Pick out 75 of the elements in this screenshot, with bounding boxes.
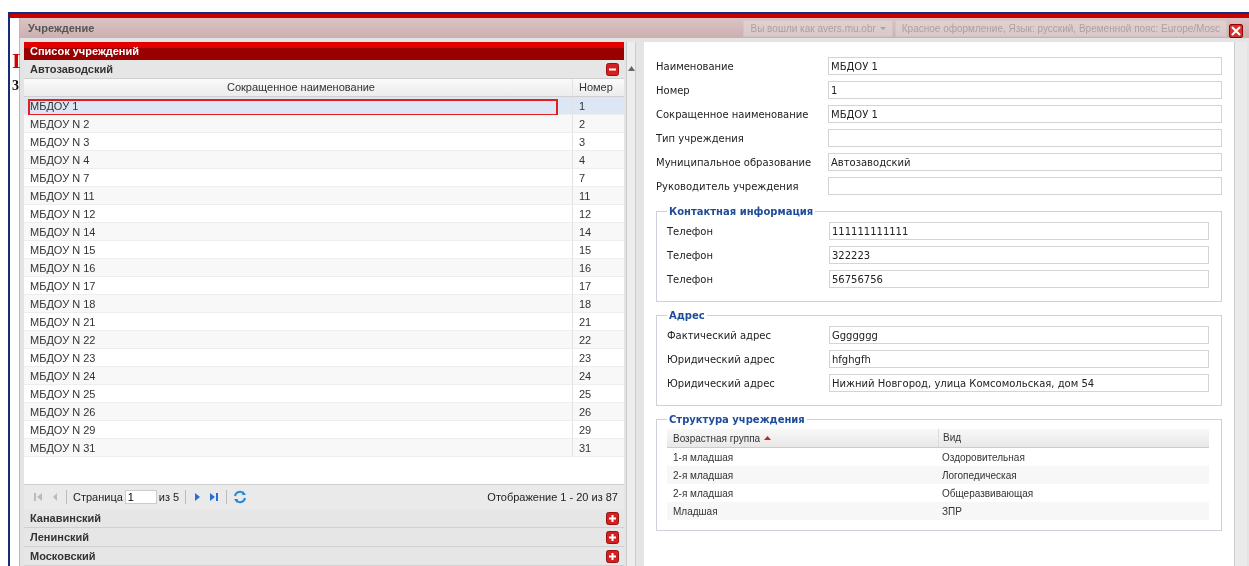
input-field[interactable]: hfghgfh — [829, 350, 1209, 368]
page-field[interactable]: 1 — [124, 490, 157, 504]
input-field[interactable]: 111111111111 — [829, 222, 1209, 240]
table-row[interactable]: МБДОУ N 4 4 — [24, 151, 624, 169]
table-row[interactable]: МБДОУ N 2 2 — [24, 115, 624, 133]
scrollbar[interactable] — [626, 42, 636, 566]
field-label: Телефон — [667, 225, 714, 237]
close-button[interactable] — [1229, 24, 1243, 38]
table-cell-text: 1-я младшая — [672, 451, 735, 463]
fieldset-title: Структура учреждения — [668, 414, 806, 425]
page-label: Страница — [73, 491, 123, 503]
table-row[interactable]: МБДОУ N 22 22 — [24, 331, 624, 349]
background-letter: I — [12, 48, 21, 74]
table-row[interactable]: МБДОУ N 18 18 — [24, 295, 624, 313]
field-label: Фактический адрес — [667, 329, 772, 341]
refresh-icon[interactable] — [233, 490, 248, 504]
expand-icon — [606, 511, 619, 525]
input-field[interactable]: Автозаводский — [828, 153, 1222, 171]
field-label: Тип учреждения — [656, 132, 745, 144]
input-field[interactable]: МБДОУ 1 — [828, 57, 1222, 75]
table-row[interactable]: МБДОУ N 31 31 — [24, 439, 624, 457]
table-row[interactable]: МБДОУ N 14 14 — [24, 223, 624, 241]
field-label: Юридический адрес — [667, 353, 776, 365]
input-field[interactable]: 1 — [828, 81, 1222, 99]
paging-info: Отображение 1 - 20 из 87 — [487, 491, 618, 503]
table-cell-text: 2-я младшая — [672, 487, 735, 499]
field-label: Телефон — [667, 273, 714, 285]
input-field[interactable]: 322223 — [829, 246, 1209, 264]
group-header[interactable]: Автозаводский — [24, 60, 624, 79]
input-field[interactable]: МБДОУ 1 — [828, 105, 1222, 123]
table-cell-text: ЗПР — [941, 505, 963, 517]
scrollbar[interactable] — [1234, 42, 1247, 566]
table-cell-text: Логопедическая — [941, 469, 1018, 481]
input-field[interactable] — [828, 129, 1222, 147]
input-field[interactable] — [828, 177, 1222, 195]
field-label: Руководитель учреждения — [656, 180, 800, 192]
table-row[interactable]: МБДОУ N 11 11 — [24, 187, 624, 205]
group-header[interactable]: Канавинский — [24, 509, 624, 528]
expand-icon — [606, 549, 619, 563]
window-title: Учреждение — [28, 22, 95, 34]
table-row[interactable]: МБДОУ N 16 16 — [24, 259, 624, 277]
collapse-icon — [606, 62, 619, 76]
first-page-icon[interactable] — [32, 491, 44, 503]
close-icon — [1231, 26, 1241, 36]
table-cell-text: Младшая — [672, 505, 719, 517]
expand-icon — [606, 530, 619, 544]
column-header[interactable]: Сокращенное наименование — [24, 79, 572, 96]
field-label: Сокращенное наименование — [656, 108, 810, 120]
column-header[interactable]: Номер — [572, 79, 624, 96]
field-label: Наименование — [656, 60, 735, 72]
column-header[interactable]: Вид — [938, 429, 1209, 447]
fieldset-title: Адрес — [668, 310, 706, 321]
field-label: Телефон — [667, 249, 714, 261]
table-row[interactable]: МБДОУ N 24 24 — [24, 367, 624, 385]
scroll-up-icon[interactable] — [627, 66, 635, 71]
input-field[interactable]: 56756756 — [829, 270, 1209, 288]
group-header[interactable]: Московский — [24, 547, 624, 566]
caret-icon — [879, 26, 886, 30]
table-cell-text: 2-я младшая — [672, 469, 735, 481]
field-label: Номер — [656, 84, 691, 96]
input-field[interactable]: Нижний Новгород, улица Комсомольская, дом 54 — [829, 374, 1209, 392]
table-row[interactable]: МБДОУ N 26 26 — [24, 403, 624, 421]
input-field[interactable]: Ggggggg — [829, 326, 1209, 344]
table-cell-text: Общеразвивающая — [941, 487, 1035, 499]
table-row[interactable]: МБДОУ 1 1 — [24, 97, 624, 115]
panel-title: Список учреждений — [24, 42, 624, 60]
fieldset-title: Контактная информация — [668, 206, 815, 217]
column-header[interactable]: Возрастная группа — [667, 432, 938, 444]
field-label: Муниципальное образование — [656, 156, 813, 168]
table-cell-text: Оздоровительная — [941, 451, 1026, 463]
background-letter: 3 — [12, 78, 19, 94]
page-count: из 5 — [158, 491, 180, 503]
last-page-icon[interactable] — [208, 491, 221, 503]
group-header[interactable]: Ленинский — [24, 528, 624, 547]
field-label: Юридический адрес — [667, 377, 776, 389]
